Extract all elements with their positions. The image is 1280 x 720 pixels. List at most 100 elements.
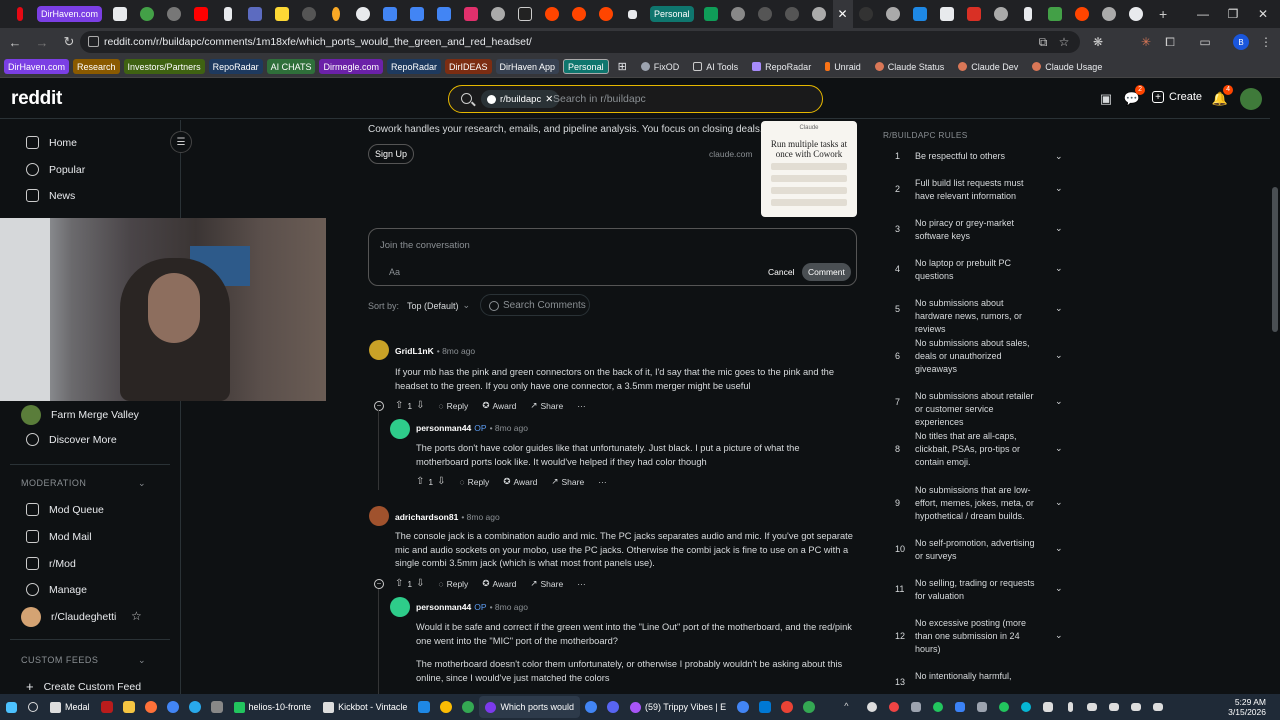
chrome-icon[interactable] [777,697,797,717]
rule-item[interactable]: 6 No submissions about sales, deals or un… [883,337,1073,376]
tab-group-chip[interactable]: DirHaven.com [37,6,103,22]
forward-icon[interactable]: → [30,30,54,54]
collapse-thread-icon[interactable]: − [374,401,384,411]
search-bar[interactable]: r/buildapc ✕ Search in r/buildapc [448,85,823,113]
new-tab-icon[interactable]: + [1150,0,1177,28]
sidebar-item-discover-more[interactable]: Discover More [26,433,117,446]
bookmark-fixod[interactable]: FixOD [636,62,685,72]
award-button[interactable]: ✪ Award [482,578,516,589]
chrome-icon[interactable] [581,697,601,717]
tab-icon[interactable] [1096,0,1123,28]
netflix-tab-icon[interactable] [6,0,33,28]
rule-item[interactable]: 9 No submissions that are low-effort, mem… [883,484,1073,523]
rule-item[interactable]: 10 No self-promotion, advertising or surv… [883,537,1073,563]
tray-icon[interactable] [928,697,948,717]
tray-icon[interactable] [1038,697,1058,717]
tab-icon[interactable] [295,0,322,28]
avatar[interactable] [369,340,389,360]
avatar[interactable] [390,597,410,617]
bookmark-folder-ai-tools[interactable]: AI Tools [688,62,743,72]
bookmark-chip[interactable]: Personal [563,59,609,74]
side-panel-icon[interactable]: ▭ [1194,31,1216,53]
search-input[interactable]: Search in r/buildapc [553,93,646,105]
tab-icon[interactable] [752,0,779,28]
github-tab-icon[interactable] [349,0,376,28]
downvote-icon[interactable]: ⇩ [416,578,424,589]
reply-button[interactable]: ◌ Reply [439,401,469,411]
sidebar-collapse-button[interactable]: ☰ [170,131,192,153]
sheets-tab-icon[interactable] [698,0,725,28]
rule-item[interactable]: 8 No titles that are all-caps, clickbait,… [883,430,1073,469]
chrome-icon[interactable] [799,697,819,717]
taskbar-icon[interactable] [414,697,434,717]
rule-item[interactable]: 1 Be respectful to others ⌄ [883,150,1073,163]
bookmark-chip[interactable]: DirHaven App [495,59,560,74]
tiktok-tab-icon[interactable] [511,0,538,28]
back-icon[interactable]: ← [3,30,27,54]
tab-icon[interactable] [484,0,511,28]
reddit-tab-icon[interactable] [592,0,619,28]
taskbar-app-helios[interactable]: helios-10-fronte [228,696,318,718]
search-comments-input[interactable]: Search Comments [480,294,590,316]
microphone-icon[interactable] [1060,697,1080,717]
reddit-tab-icon[interactable] [1069,0,1096,28]
tab-icon[interactable] [160,0,187,28]
remove-filter-icon[interactable]: ✕ [545,94,553,105]
reddit-tab-icon[interactable] [565,0,592,28]
network-icon[interactable] [1126,697,1146,717]
create-button[interactable]: + Create [1152,91,1202,103]
comment-submit-button[interactable]: Comment [802,263,851,281]
comment-input[interactable]: Join the conversation [380,240,470,251]
taskbar-app-trippy-vibes[interactable]: (59) Trippy Vibes | E [624,696,732,718]
sidebar-item-home[interactable]: Home [26,136,77,149]
tray-icon[interactable] [1082,697,1102,717]
formatting-toggle[interactable]: Aa [389,267,400,277]
rule-item[interactable]: 13 No intentionally harmful, [883,670,1073,689]
reply-button[interactable]: ◌ Reply [460,477,490,487]
tab-icon[interactable] [806,0,833,28]
tray-icon[interactable] [972,697,992,717]
tray-icon[interactable] [1104,697,1124,717]
tab-icon[interactable] [133,0,160,28]
tray-icon[interactable] [994,697,1014,717]
custom-feeds-section-toggle[interactable]: CUSTOM FEEDS ⌄ [21,655,146,666]
tab-icon[interactable] [779,0,806,28]
upvote-icon[interactable]: ⇧ [395,578,403,589]
scrollbar-thumb[interactable] [1272,187,1278,332]
docs-tab-icon[interactable] [403,0,430,28]
advertise-icon[interactable]: ▣ [1097,90,1115,108]
rule-item[interactable]: 3 No piracy or grey-market software keys ⌄ [883,217,1073,243]
tab-icon[interactable] [853,0,880,28]
rule-item[interactable]: 7 No submissions about retailer or custom… [883,390,1073,429]
tab-icon[interactable] [322,0,349,28]
youtube-tab-icon[interactable] [187,0,214,28]
vscode-icon[interactable] [755,697,775,717]
avatar[interactable] [390,419,410,439]
chrome-icon[interactable] [733,697,753,717]
tab-icon[interactable] [1015,0,1042,28]
bookmark-chip[interactable]: Research [73,59,120,74]
moderation-section-toggle[interactable]: MODERATION ⌄ [21,478,146,489]
x-tab-icon[interactable] [619,0,646,28]
profile-icon[interactable]: B [1230,31,1252,53]
bookmark-claude-dev[interactable]: Claude Dev [953,62,1023,72]
discord-icon[interactable] [603,697,623,717]
taskbar-icon[interactable] [207,697,227,717]
instagram-tab-icon[interactable] [457,0,484,28]
windows-start-icon[interactable] [1,697,21,717]
rule-item[interactable]: 4 No laptop or prebuilt PC questions ⌄ [883,257,1073,283]
tray-icon[interactable] [862,697,882,717]
tab-group-chip[interactable]: Personal [650,6,694,22]
share-button[interactable]: ↗ Share [530,400,563,411]
sidebar-item-news[interactable]: News [26,189,75,202]
tab-icon[interactable] [1042,0,1069,28]
tab-icon[interactable] [214,0,241,28]
collapse-thread-icon[interactable]: − [374,579,384,589]
sort-dropdown[interactable]: Sort by: Top (Default) ⌄ [368,300,470,311]
chrome-icon[interactable] [436,697,456,717]
search-icon[interactable] [23,697,43,717]
apps-grid-icon[interactable]: ⊞ [613,60,632,73]
bookmark-chip[interactable]: Investors/Partners [123,59,205,74]
reddit-tab-icon[interactable] [538,0,565,28]
comment-author[interactable]: GridL1nK • 8mo ago [395,346,475,356]
